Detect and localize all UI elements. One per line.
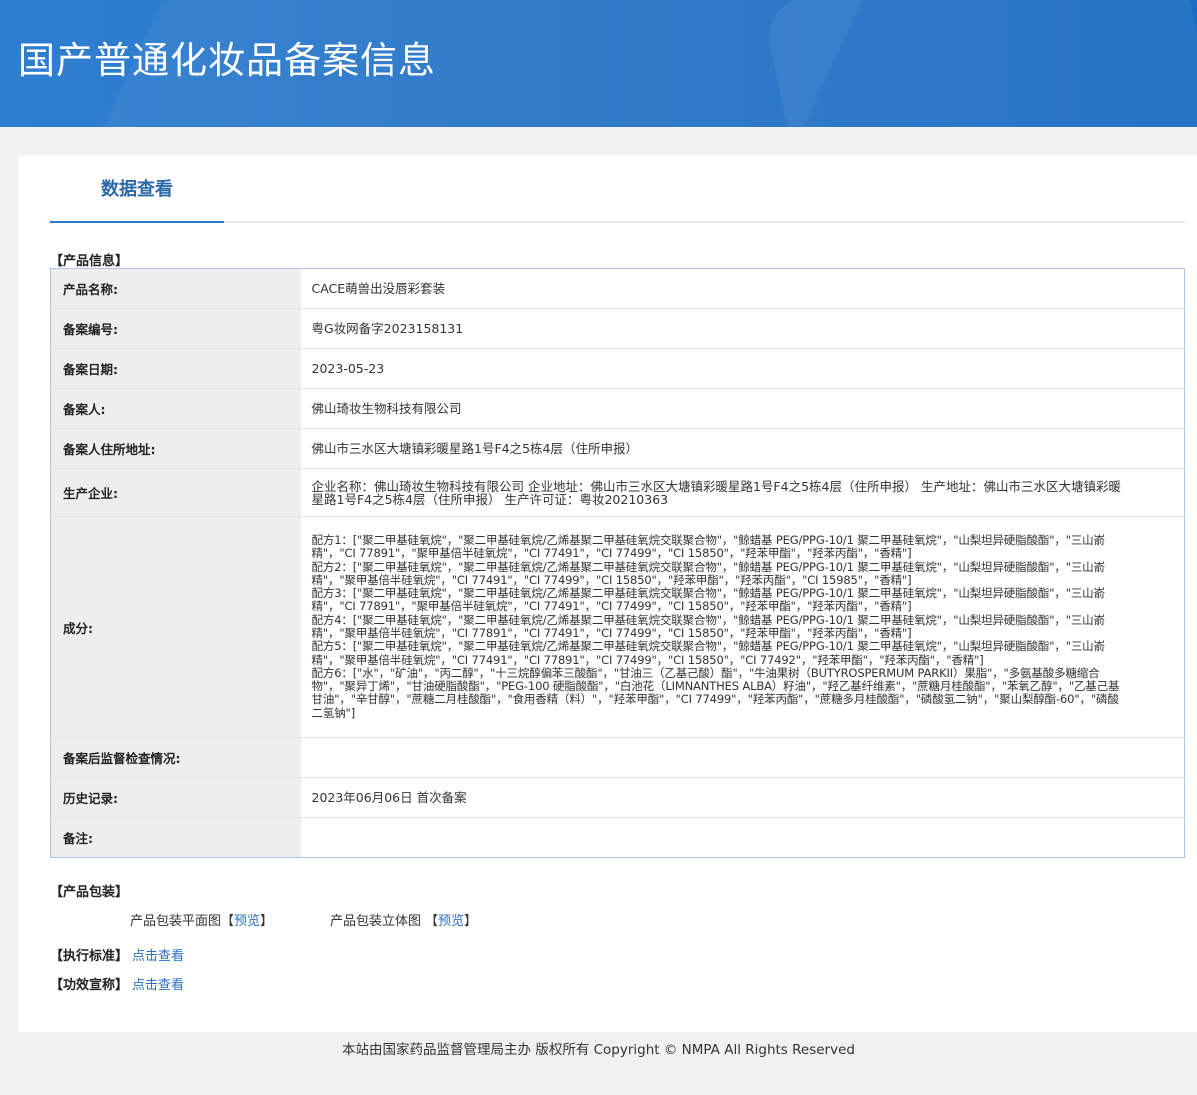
- formula-text: 配方1：["聚二甲基硅氧烷"，"聚二甲基硅氧烷/乙烯基聚二甲基硅氧烷交联聚合物"…: [311, 532, 1106, 561]
- bracket-open: 【: [221, 914, 235, 929]
- formula-text: 配方2：["聚二甲基硅氧烷"，"聚二甲基硅氧烷/乙烯基聚二甲基硅氧烷交联聚合物"…: [311, 559, 1106, 587]
- efficacy-label: 【功效宣称】: [50, 978, 129, 993]
- main-panel: 数据查看 【产品信息】 产品名称: CACE萌兽出没唇彩套装 备案编号: 粤G妆…: [18, 155, 1197, 1032]
- bracket-open: 【: [425, 914, 439, 929]
- standard-label: 【执行标准】: [50, 949, 129, 964]
- product-info-label: 【产品信息】: [50, 254, 129, 269]
- formula-text: 配方5：["聚二甲基硅氧烷"，"聚二甲基硅氧烷/乙烯基聚二甲基硅氧烷交联聚合物"…: [311, 639, 1106, 667]
- table-row: 产品名称: CACE萌兽出没唇彩套装: [50, 268, 1185, 309]
- product-name-value: CACE萌兽出没唇彩套装: [300, 268, 1185, 309]
- row-key: 产品名称:: [50, 268, 301, 309]
- table-row: 备案后监督检查情况:: [50, 737, 1185, 778]
- filing-date-value: 2023-05-23: [300, 348, 1185, 389]
- table-row: 备案日期: 2023-05-23: [50, 348, 1185, 389]
- row-key: 备案编号:: [50, 308, 301, 349]
- efficacy-view-link[interactable]: 点击查看: [132, 974, 184, 993]
- filing-number-value: 粤G妆网备字2023158131: [300, 308, 1185, 349]
- footer-copyright: 本站由国家药品监督管理局主办 版权所有 Copyright © NMPA All…: [342, 1042, 855, 1058]
- table-row: 生产企业: 企业名称：佛山琦妆生物科技有限公司 企业地址：佛山市三水区大塘镇彩暖…: [50, 468, 1185, 517]
- row-key: 备注:: [50, 817, 301, 858]
- bracket-close: 】: [260, 914, 274, 929]
- efficacy-row: 【功效宣称】 点击查看: [50, 974, 184, 993]
- tab-bar: 数据查看: [50, 155, 1185, 223]
- table-row: 历史记录: 2023年06月06日 首次备案: [50, 777, 1185, 818]
- filer-address-value: 佛山市三水区大塘镇彩暖星路1号F4之5栋4层（住所申报）: [300, 428, 1185, 469]
- table-row: 备案人住所地址: 佛山市三水区大塘镇彩暖星路1号F4之5栋4层（住所申报）: [50, 428, 1185, 469]
- table-row: 备注:: [50, 817, 1185, 858]
- header-decoration: [761, 0, 1197, 127]
- inspection-value: [300, 737, 1185, 778]
- standard-row: 【执行标准】 点击查看: [50, 945, 184, 964]
- packaging-solid-row: 产品包装立体图 【 预览 】: [330, 910, 477, 929]
- formula-text: 配方6：["水"，"矿油"，"丙二醇"，"十三烷醇偏苯三酸酯"，"甘油三（乙基己…: [311, 665, 1120, 720]
- history-value: 2023年06月06日 首次备案: [300, 777, 1185, 818]
- manufacturer-value: 企业名称：佛山琦妆生物科技有限公司 企业地址：佛山市三水区大塘镇彩暖星路1号F4…: [300, 468, 1185, 517]
- packaging-label: 【产品包装】: [50, 885, 129, 900]
- packaging-solid-label: 产品包装立体图: [330, 914, 422, 929]
- row-key: 备案人:: [50, 388, 301, 429]
- bracket-close: 】: [464, 914, 478, 929]
- standard-view-link[interactable]: 点击查看: [132, 945, 184, 964]
- row-key: 成分:: [50, 516, 301, 738]
- table-row: 成分: 配方1：["聚二甲基硅氧烷"，"聚二甲基硅氧烷/乙烯基聚二甲基硅氧烷交联…: [50, 516, 1185, 738]
- formula-text: 配方4：["聚二甲基硅氧烷"，"聚二甲基硅氧烷/乙烯基聚二甲基硅氧烷交联聚合物"…: [311, 612, 1106, 640]
- row-key: 备案日期:: [50, 348, 301, 389]
- page-header: 国产普通化妆品备案信息: [0, 0, 1197, 127]
- ingredients-value: 配方1：["聚二甲基硅氧烷"，"聚二甲基硅氧烷/乙烯基聚二甲基硅氧烷交联聚合物"…: [300, 516, 1185, 738]
- packaging-flat-preview-link[interactable]: 预览: [234, 910, 260, 929]
- packaging-flat-row: 产品包装平面图 【 预览 】: [130, 910, 273, 929]
- product-info-table: 产品名称: CACE萌兽出没唇彩套装 备案编号: 粤G妆网备字202315813…: [50, 268, 1185, 858]
- table-row: 备案人: 佛山琦妆生物科技有限公司: [50, 388, 1185, 429]
- tab-data-view[interactable]: 数据查看: [50, 155, 224, 223]
- row-key: 备案后监督检查情况:: [50, 737, 301, 778]
- packaging-flat-label: 产品包装平面图: [130, 914, 222, 929]
- packaging-solid-preview-link[interactable]: 预览: [438, 910, 464, 929]
- table-row: 备案编号: 粤G妆网备字2023158131: [50, 308, 1185, 349]
- formula-text: 配方3：["聚二甲基硅氧烷"，"聚二甲基硅氧烷/乙烯基聚二甲基硅氧烷交联聚合物"…: [311, 586, 1106, 614]
- row-key: 历史记录:: [50, 777, 301, 818]
- remarks-value: [301, 818, 1185, 858]
- filer-value: 佛山琦妆生物科技有限公司: [300, 388, 1185, 429]
- page-title: 国产普通化妆品备案信息: [18, 39, 436, 82]
- row-key: 生产企业:: [50, 468, 301, 517]
- row-key: 备案人住所地址:: [50, 428, 301, 469]
